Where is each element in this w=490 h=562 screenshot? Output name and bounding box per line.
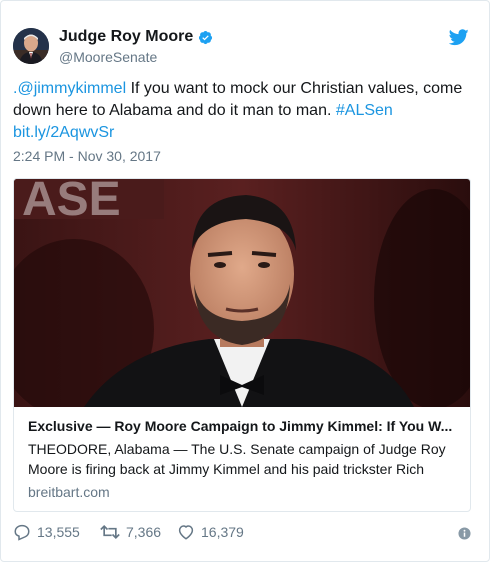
tweet-actions: 13,555 7,366 16,379 xyxy=(13,523,475,545)
retweet-count: 7,366 xyxy=(126,524,162,540)
author-name-row[interactable]: Judge Roy Moore xyxy=(59,28,213,46)
svg-text:ASE: ASE xyxy=(22,179,121,226)
avatar[interactable] xyxy=(13,28,49,64)
card-title[interactable]: Exclusive — Roy Moore Campaign to Jimmy … xyxy=(28,417,458,435)
heart-icon xyxy=(178,525,194,540)
reply-icon xyxy=(14,524,30,541)
card-description: THEODORE, Alabama — The U.S. Senate camp… xyxy=(28,441,446,477)
verified-badge-icon xyxy=(198,30,213,45)
card-domain: breitbart.com xyxy=(28,484,110,500)
author-name[interactable]: Judge Roy Moore xyxy=(59,28,193,46)
retweet-icon xyxy=(100,524,120,540)
tweet-timestamp[interactable]: 2:24 PM - Nov 30, 2017 xyxy=(13,148,161,164)
author-handle[interactable]: @MooreSenate xyxy=(59,49,157,65)
reply-count: 13,555 xyxy=(37,524,80,540)
link-preview-card[interactable]: ASE Exclusive — Roy Moore Campaign to Ji… xyxy=(13,178,471,512)
avatar-image xyxy=(13,28,49,64)
short-link[interactable]: bit.ly/2AqwvSr xyxy=(13,124,114,141)
twitter-bird-icon[interactable] xyxy=(448,29,469,46)
reply-button[interactable]: 13,555 xyxy=(13,523,80,541)
like-count: 16,379 xyxy=(201,524,244,540)
card-image: ASE xyxy=(14,179,470,419)
tweet-text: .@jimmykimmel If you want to mock our Ch… xyxy=(13,78,475,144)
like-button[interactable]: 16,379 xyxy=(177,523,244,541)
hashtag-link[interactable]: #ALSen xyxy=(336,102,393,119)
mention-link[interactable]: .@jimmykimmel xyxy=(13,80,126,97)
tweet-card: Judge Roy Moore @MooreSenate .@jimmykimm… xyxy=(0,0,490,562)
card-body: Exclusive — Roy Moore Campaign to Jimmy … xyxy=(28,417,458,500)
retweet-button[interactable]: 7,366 xyxy=(100,523,161,541)
info-icon[interactable] xyxy=(458,527,471,540)
